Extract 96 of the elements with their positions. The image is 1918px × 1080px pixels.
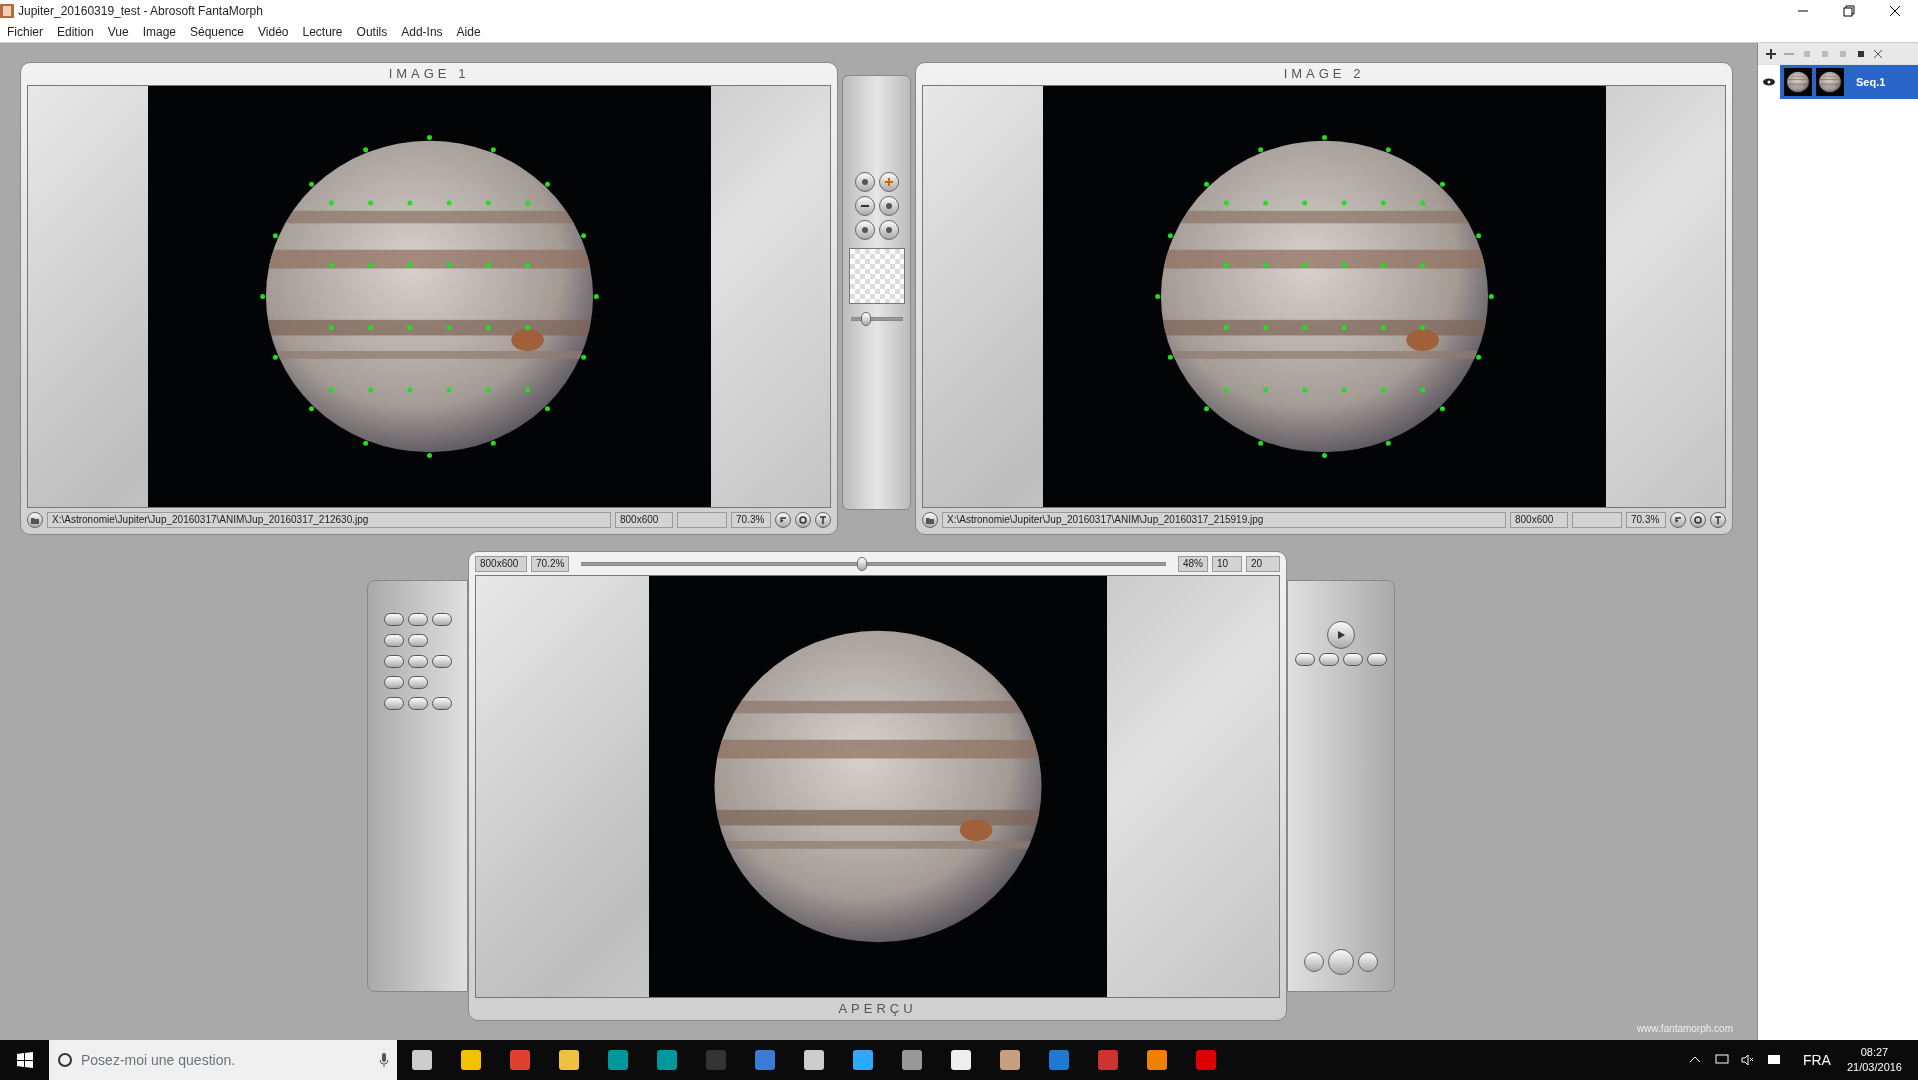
image-size-field: 800x600: [1510, 512, 1568, 528]
zoom-in-button[interactable]: [878, 196, 899, 216]
panel-title: APERÇU: [837, 1000, 918, 1018]
add-point-icon: [883, 177, 894, 187]
zoom-dropdown[interactable]: 70.3%: [731, 512, 771, 528]
menu-item[interactable]: Séquence: [183, 22, 252, 42]
app-icon[interactable]: [655, 1049, 678, 1071]
close-icon[interactable]: [1874, 49, 1882, 58]
open-button[interactable]: [27, 512, 43, 528]
effect-button[interactable]: [383, 676, 404, 689]
add-point-button[interactable]: [878, 172, 899, 192]
position-field: 48%: [1178, 555, 1208, 572]
menu-item[interactable]: Fichier: [0, 22, 50, 42]
control-points[interactable]: [259, 135, 599, 458]
muted-speaker-icon[interactable]: [1740, 1054, 1755, 1066]
empty-field: [677, 512, 727, 528]
planet-thumbnail: [1784, 68, 1812, 96]
slider-thumb[interactable]: [861, 312, 872, 326]
app-icon[interactable]: [606, 1049, 629, 1071]
settings-button[interactable]: [795, 512, 811, 528]
previous-frame-button[interactable]: [1319, 653, 1339, 666]
record-button[interactable]: [1358, 952, 1378, 972]
effect-button[interactable]: [407, 634, 428, 647]
clock-date: 21/03/2016: [1846, 1060, 1902, 1075]
effect-button[interactable]: [407, 655, 428, 668]
open-button[interactable]: [922, 512, 938, 528]
options-button[interactable]: [1328, 949, 1354, 975]
microphone-icon: [379, 1053, 389, 1067]
panel-title: IMAGE 1: [387, 65, 471, 83]
gear-icon: [1693, 515, 1703, 525]
last-frame-button[interactable]: [1367, 653, 1387, 666]
effect-button[interactable]: [383, 613, 404, 626]
reset-button[interactable]: [1670, 512, 1686, 528]
settings-button[interactable]: [1690, 512, 1706, 528]
cortana-icon: [57, 1052, 73, 1068]
window-title: Jupiter_20160319_test - Abrosoft FantaMorph: [18, 3, 264, 20]
effect-button[interactable]: [383, 697, 404, 710]
zoom-dropdown[interactable]: 70.2%: [531, 555, 569, 572]
zoom-out-button[interactable]: [854, 220, 875, 240]
effect-button[interactable]: [431, 613, 452, 626]
menu-item[interactable]: Image: [135, 22, 183, 42]
empty-field: [1572, 512, 1622, 528]
menu-item[interactable]: Vue: [100, 22, 136, 42]
output-size-dropdown[interactable]: 800x600: [475, 555, 527, 572]
menu-item[interactable]: Add-Ins: [394, 22, 450, 42]
checker-preview: [848, 248, 905, 304]
effect-button[interactable]: [407, 613, 428, 626]
next-frame-button[interactable]: [1343, 653, 1363, 666]
play-button[interactable]: [1327, 621, 1355, 649]
hand-button[interactable]: [878, 220, 899, 240]
text-button[interactable]: [1710, 512, 1726, 528]
app-icon[interactable]: [802, 1049, 825, 1071]
remove-point-button[interactable]: [854, 196, 875, 216]
frame-field[interactable]: 10: [1212, 555, 1242, 572]
effect-button[interactable]: [407, 697, 428, 710]
app-icon[interactable]: [851, 1049, 874, 1071]
menu-item[interactable]: Vidéo: [251, 22, 296, 42]
text-button[interactable]: [815, 512, 831, 528]
slider-thumb[interactable]: [856, 556, 867, 571]
effect-button[interactable]: [431, 655, 452, 668]
play-icon: [1336, 630, 1346, 640]
planet-thumbnail: [1816, 68, 1844, 96]
app-icon[interactable]: [998, 1049, 1021, 1071]
app-icon[interactable]: [900, 1049, 923, 1071]
windows-start-icon[interactable]: [16, 1052, 33, 1068]
frame-count-field[interactable]: 20: [1246, 555, 1280, 572]
file-path-field: X:\Astronomie\Jupiter\Jup_20160317\ANIM\Jup_20160317_212630.jpg: [47, 512, 611, 528]
restore-icon[interactable]: [1842, 4, 1856, 18]
effect-button[interactable]: [407, 676, 428, 689]
effect-button[interactable]: [431, 697, 452, 710]
effect-button[interactable]: [383, 634, 404, 647]
first-frame-button[interactable]: [1295, 653, 1315, 666]
t-icon: [1713, 515, 1723, 525]
clock-time: 08:27: [1860, 1045, 1889, 1060]
reset-button[interactable]: [775, 512, 791, 528]
zoom-dropdown[interactable]: 70.3%: [1626, 512, 1666, 528]
app-icon: [0, 4, 14, 18]
eye-icon: [1763, 78, 1775, 86]
menu-item[interactable]: Aide: [449, 22, 488, 42]
close-icon[interactable]: [1888, 4, 1902, 18]
file-path-field: X:\Astronomie\Jupiter\Jup_20160317\ANIM\Jup_20160317_215919.jpg: [942, 512, 1506, 528]
control-points[interactable]: [1154, 135, 1494, 458]
image-size-field: 800x600: [615, 512, 673, 528]
search-field[interactable]: Posez-moi une question.: [49, 1040, 397, 1080]
gear-icon: [798, 515, 808, 525]
sequence-item[interactable]: Seq.1: [1780, 65, 1918, 99]
pointer-button[interactable]: [854, 172, 875, 192]
t-icon: [818, 515, 828, 525]
menu-item[interactable]: Edition: [50, 22, 101, 42]
export-button[interactable]: [1304, 952, 1324, 972]
menu-item[interactable]: Outils: [349, 22, 395, 42]
menu-item[interactable]: Lecture: [295, 22, 350, 42]
panel-title: IMAGE 2: [1282, 65, 1366, 83]
language-indicator[interactable]: FRA: [1802, 1049, 1831, 1071]
add-icon[interactable]: [1766, 48, 1776, 59]
effect-button[interactable]: [383, 655, 404, 668]
